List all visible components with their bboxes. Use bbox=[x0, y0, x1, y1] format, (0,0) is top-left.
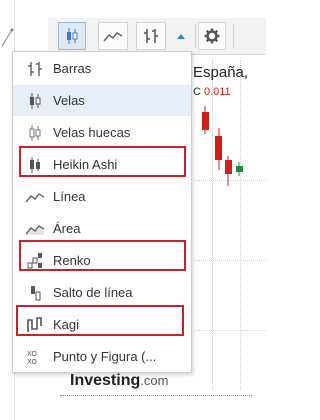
line-break-icon bbox=[31, 285, 41, 300]
menu-item-heikin-ashi[interactable]: Heikin Ashi bbox=[13, 149, 191, 180]
chart-type-dropdown-button[interactable] bbox=[170, 22, 192, 50]
point-and-figure-icon: XO XO bbox=[27, 350, 37, 366]
logo-main: Investing bbox=[70, 372, 141, 389]
kagi-icon bbox=[27, 316, 42, 332]
menu-item-velas[interactable]: Velas bbox=[13, 85, 191, 116]
menu-item-linea[interactable]: Línea bbox=[13, 181, 191, 212]
toolbar-divider bbox=[195, 24, 196, 48]
candles-chart-button[interactable] bbox=[58, 22, 86, 50]
area-chart-icon bbox=[103, 32, 123, 42]
menu-item-label: Heikin Ashi bbox=[53, 157, 118, 172]
candle-down bbox=[225, 156, 232, 186]
menu-item-label: Línea bbox=[53, 189, 86, 204]
chart-type-menu: Barras Velas Velas huecas Heikin Ashi Lí… bbox=[12, 51, 192, 373]
area-chart-button[interactable] bbox=[98, 22, 128, 50]
candlestick-icon bbox=[30, 92, 41, 109]
chart-toolbar bbox=[48, 18, 266, 55]
renko-icon bbox=[27, 252, 42, 268]
settings-button[interactable] bbox=[198, 22, 226, 50]
hollow-candlestick-icon bbox=[29, 124, 41, 141]
change-readout: C 0.011 bbox=[193, 86, 231, 98]
menu-item-salto-de-linea[interactable]: Salto de línea bbox=[13, 277, 191, 308]
logo-underline bbox=[60, 395, 252, 396]
change-label: C bbox=[193, 86, 201, 98]
investing-logo: Investing.com bbox=[70, 372, 168, 390]
menu-item-velas-huecas[interactable]: Velas huecas bbox=[13, 117, 191, 148]
svg-text:XO: XO bbox=[27, 358, 37, 366]
svg-text:XO: XO bbox=[27, 350, 37, 358]
logo-domain: .com bbox=[140, 373, 169, 388]
change-value: 0.011 bbox=[203, 86, 231, 98]
menu-item-label: Kagi bbox=[53, 317, 80, 332]
candles-plot bbox=[202, 106, 243, 186]
menu-item-label: Punto y Figura (... bbox=[53, 349, 157, 364]
heikin-ashi-icon bbox=[30, 156, 40, 173]
gear-icon bbox=[204, 28, 220, 44]
menu-item-label: Velas bbox=[53, 93, 85, 108]
menu-item-label: Salto de línea bbox=[53, 285, 133, 300]
bars-chart-button[interactable] bbox=[136, 22, 166, 50]
candle-up bbox=[236, 162, 243, 176]
candle-down bbox=[215, 128, 222, 170]
menu-item-kagi[interactable]: Kagi bbox=[13, 309, 191, 340]
menu-item-label: Barras bbox=[53, 61, 92, 76]
line-chart-icon bbox=[25, 192, 45, 202]
area-chart-icon bbox=[25, 224, 45, 235]
toolbar-divider bbox=[233, 24, 234, 48]
candle-down bbox=[202, 106, 209, 134]
grid-line bbox=[195, 260, 266, 262]
menu-item-punto-y-figura[interactable]: XO XO Punto y Figura (... bbox=[13, 341, 191, 372]
instrument-title: España, bbox=[193, 64, 249, 81]
menu-item-label: Renko bbox=[53, 253, 91, 268]
menu-item-barras[interactable]: Barras bbox=[13, 53, 191, 84]
grid-line bbox=[195, 330, 266, 332]
ohlc-bars-icon bbox=[28, 61, 42, 76]
candlestick-icon bbox=[67, 28, 78, 44]
menu-item-label: Área bbox=[53, 221, 81, 236]
chevron-up-icon bbox=[177, 34, 185, 39]
menu-item-area[interactable]: Área bbox=[13, 213, 191, 244]
ohlc-bars-icon bbox=[144, 29, 158, 43]
menu-item-label: Velas huecas bbox=[53, 125, 131, 140]
menu-item-renko[interactable]: Renko bbox=[13, 245, 191, 276]
